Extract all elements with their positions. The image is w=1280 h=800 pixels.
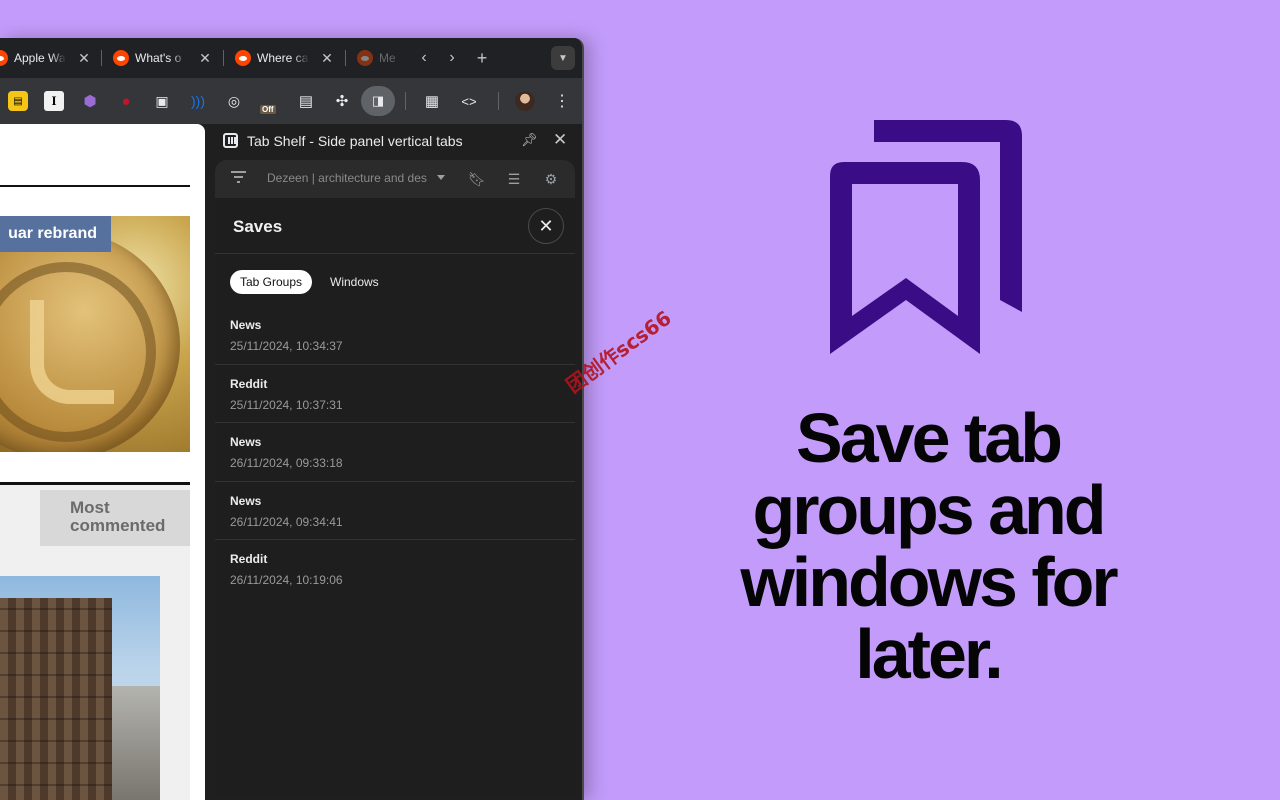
saves-title: Saves (233, 217, 283, 236)
segment-tab-groups[interactable]: Tab Groups (230, 270, 313, 294)
promo-headline: Save tab groups and windows for later. (690, 402, 1166, 690)
saved-item-date: 25/11/2024, 10:34:37 (230, 339, 343, 353)
headline-line: windows for (740, 543, 1118, 621)
browser-window: Apple Wa ✕ What's o ✕ Where ca ✕ Me ‹ › … (0, 38, 584, 800)
browser-toolbar: ▤ I ⬢ ● ▣ ))) ◎ Off ▤ ✣ ◨ ▦ <> ⋮ (0, 78, 582, 124)
saves-header: Saves ✕ (215, 198, 575, 254)
tab[interactable]: Apple Wa ✕ (0, 46, 90, 70)
lightbulb-icon[interactable]: ◎ (224, 91, 244, 111)
pin-icon[interactable]: 📌︎ (521, 132, 538, 148)
building-graphic (0, 598, 112, 800)
chevron-down-icon[interactable] (437, 175, 445, 180)
saves-panel: Saves ✕ Tab Groups Windows News 25/11/20… (215, 198, 575, 798)
saved-item[interactable]: Reddit 26/11/2024, 10:19:06 (215, 540, 575, 599)
off-badge: Off (260, 105, 276, 114)
more-menu-icon[interactable]: ⋮ (552, 91, 572, 111)
building-graphic (112, 686, 160, 800)
saved-item-date: 26/11/2024, 09:33:18 (230, 456, 343, 470)
article-image-building[interactable] (0, 576, 160, 800)
tab-shelf-toolbar: Dezeen | architecture and design 🔖︎ ☰ ⚙ (215, 160, 575, 198)
extension-mic-icon[interactable]: ● (116, 91, 136, 111)
toolbar-divider (405, 92, 406, 110)
headline-line: later. (855, 615, 1003, 693)
saved-item-name: Reddit (230, 376, 268, 391)
tab-search-chevron-down-icon[interactable]: ▼ (551, 46, 575, 70)
tab-shelf-extension-icon[interactable]: ▤ (296, 91, 316, 111)
reddit-favicon-icon (113, 50, 129, 66)
saved-item-name: News (230, 435, 262, 449)
divider (0, 185, 190, 187)
window-select[interactable]: Dezeen | architecture and design (267, 171, 452, 188)
code-icon[interactable]: <> (459, 91, 479, 111)
extension-off-icon[interactable]: Off (258, 88, 282, 114)
saved-item-name: News (230, 318, 262, 332)
tab-divider (345, 50, 346, 66)
saved-item[interactable]: Reddit 25/11/2024, 10:37:31 (215, 365, 575, 423)
filter-icon[interactable] (231, 171, 246, 183)
extension-instapaper-icon[interactable]: I (44, 91, 64, 111)
extension-reader-icon[interactable]: ▤ (8, 91, 28, 111)
close-saves-icon[interactable]: ✕ (528, 208, 564, 244)
saved-item-date: 26/11/2024, 09:34:41 (230, 514, 343, 529)
tab-shelf-logo-icon (223, 133, 238, 148)
tab[interactable]: Where ca ✕ (235, 46, 333, 70)
saved-item[interactable]: News 25/11/2024, 10:34:37 (215, 306, 575, 365)
extensions-puzzle-icon[interactable]: ✣ (332, 91, 352, 111)
profile-avatar[interactable] (515, 91, 535, 111)
tab-strip: Apple Wa ✕ What's o ✕ Where ca ✕ Me ‹ › … (0, 38, 582, 78)
article-badge[interactable]: uar rebrand (0, 216, 111, 252)
tab[interactable]: What's o ✕ (113, 46, 211, 70)
tab[interactable]: Me (357, 46, 399, 70)
close-tab-icon[interactable]: ✕ (199, 50, 211, 67)
extension-wave-icon[interactable]: ))) (188, 91, 208, 111)
web-page-content: uar rebrand Most commented (0, 124, 205, 800)
saves-list: News 25/11/2024, 10:34:37 Reddit 25/11/2… (215, 306, 575, 599)
tab-title: Apple Wa (14, 51, 66, 65)
scroll-tabs-left-icon[interactable]: ‹ (412, 46, 436, 70)
reddit-favicon-icon (357, 50, 373, 66)
saved-item[interactable]: News 26/11/2024, 09:34:41 (215, 482, 575, 540)
saved-item-date: 25/11/2024, 10:37:31 (230, 397, 343, 412)
sliders-icon[interactable]: ☰ (505, 170, 523, 188)
bookmarks-stack-icon (830, 120, 1022, 354)
tab-title: What's o (135, 51, 182, 65)
close-tab-icon[interactable]: ✕ (78, 50, 90, 67)
headline-line: groups and (752, 471, 1106, 549)
tab-divider (223, 50, 224, 66)
close-side-panel-icon[interactable]: ✕ (553, 130, 567, 150)
side-panel-toggle-icon[interactable]: ◨ (361, 86, 395, 116)
tab-divider (101, 50, 102, 66)
new-tab-icon[interactable]: + (470, 46, 494, 70)
tab-title: Where ca (257, 51, 309, 65)
tab-title: Me (379, 51, 396, 65)
saved-item-date: 26/11/2024, 10:19:06 (230, 573, 343, 587)
reddit-favicon-icon (0, 50, 8, 66)
layout-icon[interactable]: ▦ (422, 91, 442, 111)
side-panel-header: Tab Shelf - Side panel vertical tabs 📌︎ … (205, 124, 582, 158)
close-tab-icon[interactable]: ✕ (321, 50, 333, 67)
saved-item-name: News (230, 493, 262, 508)
picture-in-picture-icon[interactable]: ▣ (152, 91, 172, 111)
reddit-favicon-icon (235, 50, 251, 66)
most-commented-tab[interactable]: Most commented (40, 490, 190, 546)
bookmark-icon[interactable]: 🔖︎ (468, 170, 486, 188)
scroll-tabs-right-icon[interactable]: › (440, 46, 464, 70)
saved-item-name: Reddit (230, 552, 268, 566)
side-panel-title: Tab Shelf - Side panel vertical tabs (247, 133, 463, 149)
coin-graphic (0, 230, 180, 452)
extension-cube-icon[interactable]: ⬢ (80, 91, 100, 111)
saved-item[interactable]: News 26/11/2024, 09:33:18 (215, 423, 575, 482)
gear-icon[interactable]: ⚙ (542, 170, 560, 188)
headline-line: Save tab (796, 399, 1063, 477)
segment-windows[interactable]: Windows (320, 270, 389, 294)
toolbar-divider (498, 92, 499, 110)
